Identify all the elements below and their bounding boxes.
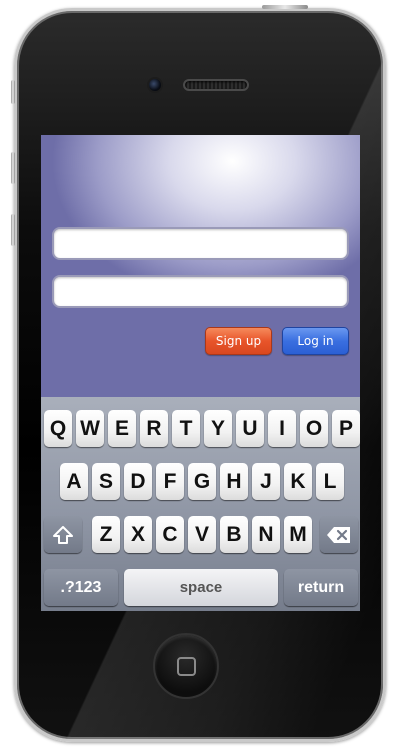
space-key[interactable]: space xyxy=(124,569,278,606)
key-i[interactable]: I xyxy=(268,410,296,447)
key-a[interactable]: A xyxy=(60,463,88,500)
key-s[interactable]: S xyxy=(92,463,120,500)
key-m[interactable]: M xyxy=(284,516,312,553)
key-q[interactable]: Q xyxy=(44,410,72,447)
volume-down-button xyxy=(11,214,15,246)
key-r[interactable]: R xyxy=(140,410,168,447)
shift-key[interactable] xyxy=(44,516,82,553)
home-square-icon xyxy=(177,657,196,676)
key-j[interactable]: J xyxy=(252,463,280,500)
key-t[interactable]: T xyxy=(172,410,200,447)
password-field[interactable] xyxy=(52,275,349,308)
key-e[interactable]: E xyxy=(108,410,136,447)
earpiece-speaker xyxy=(183,79,249,91)
key-u[interactable]: U xyxy=(236,410,264,447)
front-camera-icon xyxy=(147,77,163,93)
username-field[interactable] xyxy=(52,227,349,260)
sign-up-button[interactable]: Sign up xyxy=(205,327,272,355)
delete-key[interactable] xyxy=(320,516,358,553)
power-button xyxy=(262,5,308,9)
key-c[interactable]: C xyxy=(156,516,184,553)
keyboard: Q W E R T Y U I O P A S D F G H J K L Z … xyxy=(41,397,360,611)
key-p[interactable]: P xyxy=(332,410,360,447)
key-h[interactable]: H xyxy=(220,463,248,500)
home-button[interactable] xyxy=(153,633,219,699)
volume-up-button xyxy=(11,152,15,184)
key-x[interactable]: X xyxy=(124,516,152,553)
mute-switch xyxy=(11,80,15,104)
key-w[interactable]: W xyxy=(76,410,104,447)
key-z[interactable]: Z xyxy=(92,516,120,553)
key-g[interactable]: G xyxy=(188,463,216,500)
log-in-button[interactable]: Log in xyxy=(282,327,349,355)
key-b[interactable]: B xyxy=(220,516,248,553)
screen: Sign up Log in Q W E R T Y U I O P A S D… xyxy=(41,135,360,611)
backspace-icon xyxy=(327,526,350,543)
key-y[interactable]: Y xyxy=(204,410,232,447)
key-n[interactable]: N xyxy=(252,516,280,553)
login-panel: Sign up Log in xyxy=(41,135,360,397)
return-key[interactable]: return xyxy=(284,569,358,606)
key-f[interactable]: F xyxy=(156,463,184,500)
key-l[interactable]: L xyxy=(316,463,344,500)
key-o[interactable]: O xyxy=(300,410,328,447)
numbers-key[interactable]: .?123 xyxy=(44,569,118,606)
shift-arrow-icon xyxy=(53,525,73,544)
key-v[interactable]: V xyxy=(188,516,216,553)
key-k[interactable]: K xyxy=(284,463,312,500)
key-d[interactable]: D xyxy=(124,463,152,500)
